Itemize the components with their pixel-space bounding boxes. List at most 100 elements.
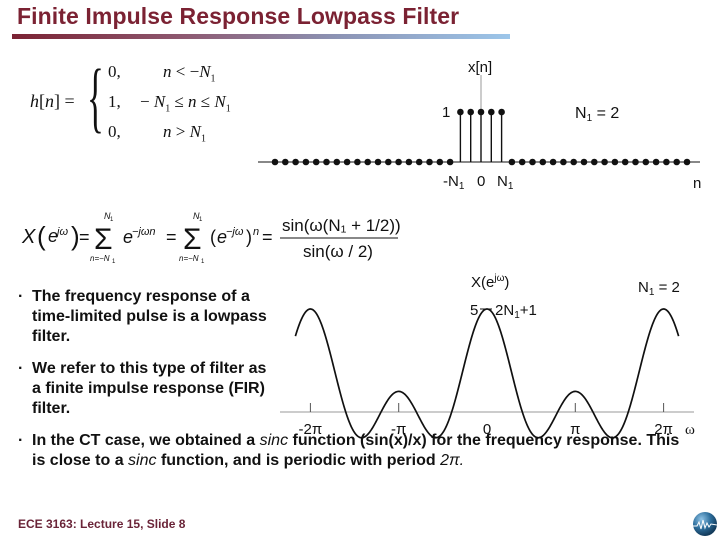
stem-point [673, 158, 680, 166]
stem-point [642, 158, 650, 166]
italic-text: sinc [259, 432, 289, 449]
stem-point [539, 158, 547, 166]
italic-text: 2π. [440, 452, 465, 469]
stem-point [632, 158, 639, 166]
sum-lower: n=−N [90, 254, 110, 263]
stem-point [374, 158, 382, 166]
stem-point [601, 158, 608, 166]
exponent: −jωn [132, 226, 156, 238]
bullet-text: We refer to this type of filter as a fin… [32, 360, 267, 417]
stem-point [446, 158, 454, 166]
stem-point [354, 158, 361, 166]
dtft-lhs: X [21, 226, 36, 248]
stem-point [580, 158, 588, 166]
stem-point [333, 158, 341, 166]
x-tick-label-zero: 0 [477, 173, 485, 190]
stem-point [343, 158, 351, 166]
paren: ( [37, 221, 46, 251]
stem-plot-x-n: x[n] 1 -N1 0 N1 n N1 = 2 [258, 59, 701, 192]
sum-upper-sub: 1 [110, 217, 114, 223]
stem-point [415, 158, 423, 166]
bullet-list: · The frequency response of a time-limit… [18, 287, 708, 483]
bullet-text: The frequency response of a time-limited… [32, 288, 267, 345]
stem-point [467, 108, 474, 116]
stem-point [549, 158, 557, 166]
stem-point [385, 158, 392, 166]
stem-point [683, 158, 691, 166]
title-underline [12, 34, 510, 39]
y-tick-label: 1 [442, 104, 450, 121]
slide-title: Finite Impulse Response Lowpass Filter [17, 3, 460, 29]
x-tick-label-neg-n1: -N1 [443, 173, 465, 192]
sum-lower: n=−N [179, 254, 199, 263]
fraction-denominator: sin(ω / 2) [303, 242, 373, 261]
stem-point [302, 158, 310, 166]
x-tick-label-n1: N1 [497, 173, 514, 192]
bullet-dot: · [18, 360, 24, 377]
paren: ) [246, 227, 252, 247]
stem-point [364, 158, 371, 166]
stem-point [323, 158, 330, 166]
stem-point [312, 158, 320, 166]
paren: ( [210, 227, 216, 247]
sum-upper-sub: 1 [199, 217, 203, 223]
sum-sign: Σ [94, 223, 113, 256]
stem-point [611, 158, 619, 166]
stem-point [292, 158, 299, 166]
stem-point [395, 158, 402, 166]
bullet-item: · In the CT case, we obtained a sinc fun… [18, 431, 692, 471]
stem-point [488, 108, 495, 116]
left-brace: { [87, 53, 104, 140]
bullet-text: In the CT case, we obtained a sinc funct… [32, 432, 679, 469]
bullet-dot: · [18, 288, 24, 305]
exponent: jω [55, 226, 68, 238]
slide-footer: ECE 3163: Lecture 15, Slide 8 [18, 517, 186, 531]
equals: = [79, 227, 90, 247]
stem-point [498, 108, 505, 116]
stems-group [271, 108, 691, 166]
sum-lower-sub: 1 [112, 259, 116, 265]
equals: = [166, 227, 177, 247]
stem-point [570, 158, 577, 166]
stem-point [457, 108, 464, 116]
case-condition: − N1 ≤ n ≤ N1 [140, 92, 231, 115]
sum-sign: Σ [183, 223, 202, 256]
globe-waveform-icon [693, 512, 718, 536]
stem-point [405, 158, 413, 166]
stem-point [508, 158, 516, 166]
text-segment: In the CT case, we obtained a [32, 432, 260, 449]
case-condition: n > N1 [163, 122, 206, 145]
equals: = [262, 227, 273, 247]
stem-point [560, 158, 567, 166]
stem-point [652, 158, 660, 166]
exponent: −jω [226, 226, 244, 238]
stem-point [591, 158, 598, 166]
case-value: 1, [108, 92, 121, 111]
stem-point [621, 158, 629, 166]
stem-point [282, 158, 289, 166]
impulse-response-equation: h[n] = { 0, n < −N1 1, − N1 ≤ n ≤ N1 0, … [25, 53, 245, 148]
equation-lhs: h[n] = [30, 91, 75, 111]
stem-point [518, 158, 526, 166]
stem-plot-title: x[n] [468, 59, 492, 76]
stem-point [663, 158, 670, 166]
stem-point [477, 108, 485, 116]
bullet-item: · We refer to this type of filter as a f… [18, 359, 277, 419]
exponent: n [253, 226, 259, 238]
x-axis-label: n [693, 175, 701, 192]
case-value: 0, [108, 122, 121, 141]
stem-point [529, 158, 536, 166]
dtft-equation: X ( e jω ) = Σ N 1 n=−N 1 e −jωn = Σ N 1… [21, 211, 401, 265]
stem-point [271, 158, 279, 166]
fraction-numerator: sin(ω(N₁ + 1/2)) [282, 216, 401, 235]
case-value: 0, [108, 62, 121, 81]
stem-point [426, 158, 433, 166]
italic-text: sinc [128, 452, 157, 469]
n1-annotation: N1 = 2 [575, 105, 619, 124]
bullet-item: · The frequency response of a time-limit… [18, 287, 277, 347]
sum-lower-sub: 1 [201, 259, 205, 265]
stem-point [436, 158, 444, 166]
text-segment: function, and is periodic with period [156, 452, 441, 469]
case-condition: n < −N1 [163, 62, 216, 85]
bullet-dot: · [18, 432, 24, 449]
